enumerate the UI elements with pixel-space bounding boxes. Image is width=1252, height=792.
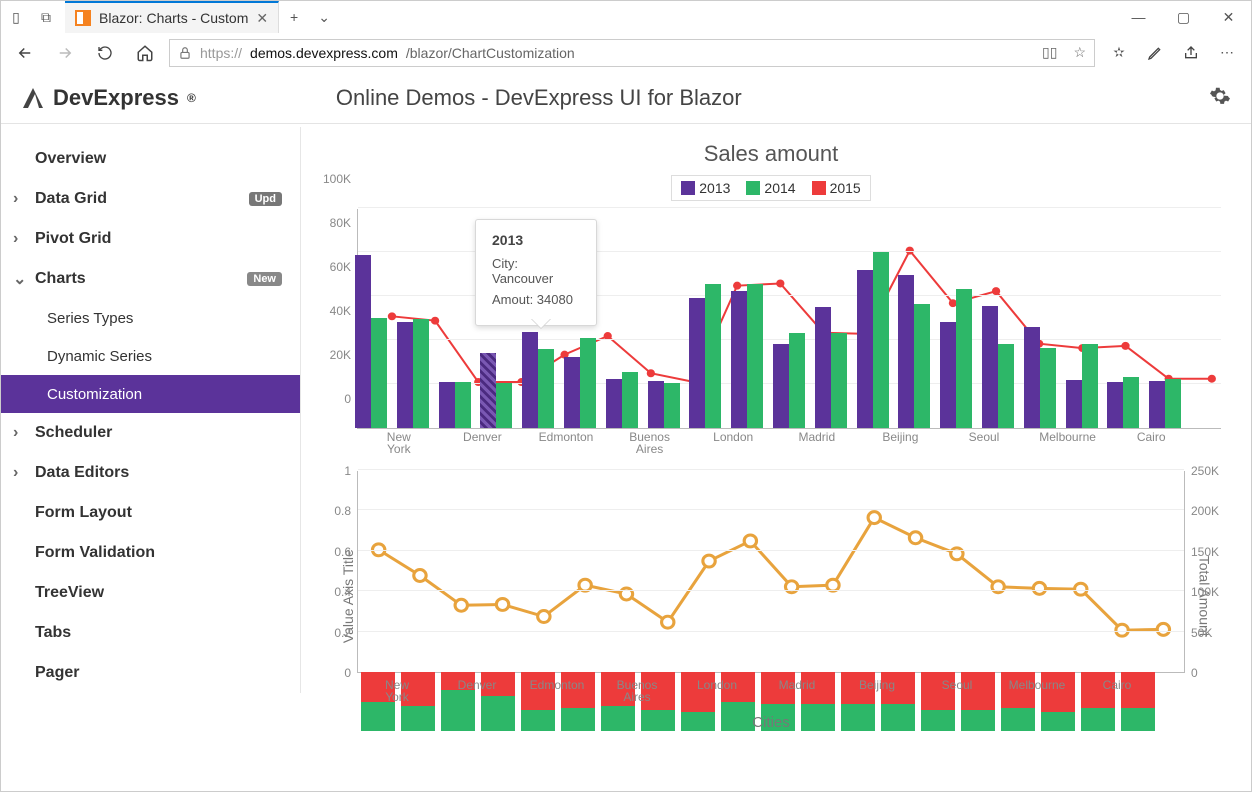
brand-text: DevExpress xyxy=(53,85,179,111)
refresh-button[interactable] xyxy=(89,37,121,69)
x-axis-title: Cities xyxy=(357,714,1185,731)
badge-new: New xyxy=(247,272,282,286)
sidebar-item-formlayout[interactable]: Form Layout xyxy=(1,493,300,533)
sidebar-item-customization[interactable]: Customization xyxy=(1,375,300,413)
lock-icon xyxy=(178,46,192,60)
close-window-button[interactable]: ✕ xyxy=(1206,1,1251,33)
content-area: Sales amount 2013 2014 2015 020K40K60K80… xyxy=(301,127,1251,731)
chevron-down-icon: ⌄ xyxy=(13,269,26,289)
new-tab-button[interactable]: + xyxy=(279,9,309,25)
devexpress-logo-icon xyxy=(21,86,45,110)
back-button[interactable] xyxy=(9,37,41,69)
legend-2014[interactable]: 2014 xyxy=(746,180,795,196)
chart1-title: Sales amount xyxy=(315,141,1227,167)
tab-activity-icon[interactable]: ⧉ xyxy=(31,9,61,26)
url-input[interactable]: https:// demos.devexpress.com/blazor/Char… xyxy=(169,39,1095,67)
url-path: /blazor/ChartCustomization xyxy=(406,45,575,61)
tooltip-line2: Amout: 34080 xyxy=(492,292,580,307)
favorite-star-icon[interactable]: ☆ xyxy=(1073,44,1086,61)
browser-tab[interactable]: Blazor: Charts - Custom ✕ xyxy=(65,1,279,33)
url-host: demos.devexpress.com xyxy=(250,45,398,61)
tab-title: Blazor: Charts - Custom xyxy=(99,10,248,26)
chevron-right-icon: › xyxy=(13,424,18,442)
sidebar-item-datagrid[interactable]: ›Data GridUpd xyxy=(1,179,300,219)
chart-legend: 2013 2014 2015 xyxy=(671,175,871,201)
chevron-right-icon: › xyxy=(13,190,18,208)
chevron-right-icon: › xyxy=(13,464,18,482)
tooltip-line1: City: Vancouver xyxy=(492,256,580,286)
url-protocol: https:// xyxy=(200,45,242,61)
home-button[interactable] xyxy=(129,37,161,69)
more-icon[interactable]: ⋯ xyxy=(1211,37,1243,69)
sidebar-item-overview[interactable]: Overview xyxy=(1,139,300,179)
share-icon[interactable] xyxy=(1175,37,1207,69)
tab-expand-icon[interactable]: ⌄ xyxy=(309,9,339,26)
sidebar-item-pager[interactable]: Pager xyxy=(1,653,300,693)
sidebar-item-tabs[interactable]: Tabs xyxy=(1,613,300,653)
normalized-stacked-chart[interactable]: Value Axis Title Total Amount 00.20.40.6… xyxy=(357,471,1185,731)
address-bar: https:// demos.devexpress.com/blazor/Char… xyxy=(1,33,1251,73)
sidebar-item-scheduler[interactable]: ›Scheduler xyxy=(1,413,300,453)
badge-upd: Upd xyxy=(249,192,282,206)
sidebar-item-formvalidation[interactable]: Form Validation xyxy=(1,533,300,573)
brand-logo[interactable]: DevExpress® xyxy=(21,85,196,111)
notes-icon[interactable] xyxy=(1139,37,1171,69)
legend-2013[interactable]: 2013 xyxy=(681,180,730,196)
tooltip-title: 2013 xyxy=(492,232,580,248)
sidebar-item-charts[interactable]: ⌄ChartsNew xyxy=(1,259,300,299)
favorites-icon[interactable]: ✫ xyxy=(1103,37,1135,69)
chart-tooltip: 2013 City: Vancouver Amout: 34080 xyxy=(475,219,597,326)
page-title: Online Demos - DevExpress UI for Blazor xyxy=(336,85,742,111)
sidebar-item-series-types[interactable]: Series Types xyxy=(1,299,300,337)
settings-button[interactable] xyxy=(1209,85,1231,110)
maximize-button[interactable]: ▢ xyxy=(1161,1,1206,33)
minimize-button[interactable]: — xyxy=(1116,1,1161,33)
chevron-right-icon: › xyxy=(13,230,18,248)
reading-view-icon[interactable]: ▯▯ xyxy=(1042,44,1057,61)
window-titlebar: ▯ ⧉ Blazor: Charts - Custom ✕ + ⌄ — ▢ ✕ xyxy=(1,1,1251,33)
page-header: DevExpress® Online Demos - DevExpress UI… xyxy=(1,72,1251,124)
sidebar-item-treeview[interactable]: TreeView xyxy=(1,573,300,613)
sidebar: Overview ›Data GridUpd ›Pivot Grid ⌄Char… xyxy=(1,127,301,693)
legend-2015[interactable]: 2015 xyxy=(812,180,861,196)
favicon-icon xyxy=(75,10,91,26)
forward-button xyxy=(49,37,81,69)
sidebar-item-dynamic-series[interactable]: Dynamic Series xyxy=(1,337,300,375)
sales-amount-chart[interactable]: 020K40K60K80K100K NewYorkDenverEdmontonB… xyxy=(357,209,1221,459)
sidebar-item-dataeditors[interactable]: ›Data Editors xyxy=(1,453,300,493)
tab-aside-icon[interactable]: ▯ xyxy=(1,9,31,26)
sidebar-item-pivotgrid[interactable]: ›Pivot Grid xyxy=(1,219,300,259)
close-tab-icon[interactable]: ✕ xyxy=(256,10,268,27)
